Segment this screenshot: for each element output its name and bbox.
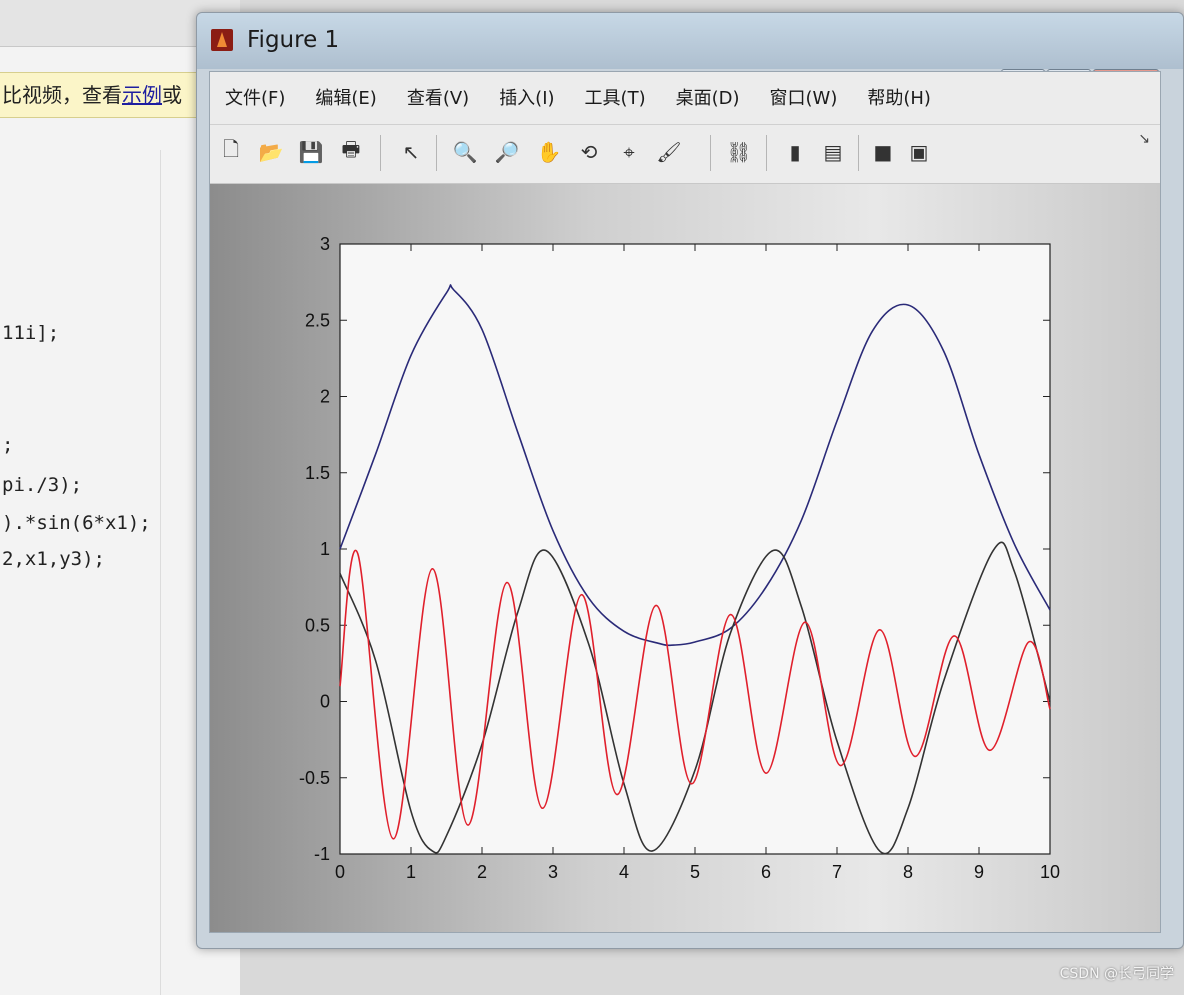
menu-desktop[interactable]: 桌面(D) bbox=[661, 84, 755, 110]
show-tools-icon[interactable]: ▣ bbox=[904, 137, 934, 167]
save-icon[interactable]: 💾 bbox=[296, 137, 326, 167]
x-tick-label: 10 bbox=[1040, 862, 1060, 882]
brush-icon[interactable]: 🖌 bbox=[654, 137, 684, 167]
banner-text-a: 比视频 bbox=[2, 83, 62, 107]
code-line[interactable]: ).*sin(6*x1); bbox=[2, 512, 151, 534]
zoom-in-icon[interactable]: 🔍 bbox=[450, 137, 480, 167]
colorbar-icon[interactable]: ▮ bbox=[780, 137, 810, 167]
x-tick-label: 1 bbox=[406, 862, 416, 882]
y-tick-label: -0.5 bbox=[299, 768, 330, 788]
figure-toolbar: 🗋 📂 💾 🖶 ↖ 🔍 🔎 ✋ ⟲ ⌖ 🖌 ⛓ ▮ ▤ ■ ▣ ↘ bbox=[210, 124, 1160, 184]
figure-client-area: 文件(F) 编辑(E) 查看(V) 插入(I) 工具(T) 桌面(D) 窗口(W… bbox=[209, 71, 1161, 933]
toolbar-separator bbox=[858, 135, 859, 171]
toolbar-separator bbox=[380, 135, 381, 171]
pan-icon[interactable]: ✋ bbox=[534, 137, 564, 167]
zoom-out-icon[interactable]: 🔎 bbox=[492, 137, 522, 167]
menu-file[interactable]: 文件(F) bbox=[210, 84, 300, 110]
title-bar[interactable]: Figure 1 bbox=[197, 13, 1183, 69]
y-tick-label: 1 bbox=[320, 539, 330, 559]
code-line[interactable]: 2,x1,y3); bbox=[2, 548, 105, 570]
x-tick-label: 7 bbox=[832, 862, 842, 882]
x-tick-label: 9 bbox=[974, 862, 984, 882]
link-icon[interactable]: ⛓ bbox=[724, 137, 754, 167]
banner-examples-link[interactable]: 示例 bbox=[122, 83, 162, 107]
matlab-logo-icon bbox=[211, 29, 233, 51]
y-tick-label: 3 bbox=[320, 234, 330, 254]
x-tick-label: 2 bbox=[477, 862, 487, 882]
toolbar-separator bbox=[710, 135, 711, 171]
y-tick-label: 2.5 bbox=[305, 310, 330, 330]
menu-help[interactable]: 帮助(H) bbox=[852, 84, 946, 110]
banner-text-c: 或 bbox=[162, 83, 182, 107]
x-tick-label: 5 bbox=[690, 862, 700, 882]
toolbar-separator bbox=[766, 135, 767, 171]
x-tick-label: 6 bbox=[761, 862, 771, 882]
x-tick-label: 3 bbox=[548, 862, 558, 882]
x-tick-label: 0 bbox=[335, 862, 345, 882]
rotate-icon[interactable]: ⟲ bbox=[574, 137, 604, 167]
menu-bar: 文件(F) 编辑(E) 查看(V) 插入(I) 工具(T) 桌面(D) 窗口(W… bbox=[210, 72, 1160, 122]
code-line[interactable]: 11i]; bbox=[2, 322, 59, 344]
editor-margin-rule bbox=[160, 150, 161, 995]
banner-text-b: ，查看 bbox=[62, 83, 122, 107]
open-icon[interactable]: 📂 bbox=[256, 137, 286, 167]
hide-tools-icon[interactable]: ■ bbox=[868, 137, 898, 167]
y-tick-label: -1 bbox=[314, 844, 330, 864]
axes-box bbox=[339, 243, 1051, 855]
code-line[interactable]: ; bbox=[2, 434, 13, 456]
watermark: CSDN @长弓同学 bbox=[1059, 966, 1174, 982]
y-tick-label: 1.5 bbox=[305, 463, 330, 483]
menu-tools[interactable]: 工具(T) bbox=[570, 84, 661, 110]
dock-arrow-icon[interactable]: ↘ bbox=[1138, 131, 1150, 147]
menu-view[interactable]: 查看(V) bbox=[392, 84, 484, 110]
x-tick-label: 4 bbox=[619, 862, 629, 882]
y-tick-label: 2 bbox=[320, 387, 330, 407]
figure-window: Figure 1 ▁ ▭ X 文件(F) 编辑(E) 查看(V) 插入(I) 工… bbox=[196, 12, 1184, 949]
line-chart[interactable]: 0 1 2 3 4 5 6 7 8 9 10 -1 -0.5 0 0.5 1 1.5 2 2.5 3 bbox=[210, 184, 1160, 932]
window-title: Figure 1 bbox=[247, 27, 340, 53]
data-cursor-icon[interactable]: ⌖ bbox=[614, 137, 644, 167]
legend-icon[interactable]: ▤ bbox=[818, 137, 848, 167]
menu-insert[interactable]: 插入(I) bbox=[484, 84, 569, 110]
print-icon[interactable]: 🖶 bbox=[336, 137, 366, 167]
code-line[interactable]: pi./3); bbox=[2, 474, 82, 496]
y-tick-label: 0.5 bbox=[305, 615, 330, 635]
x-tick-label: 8 bbox=[903, 862, 913, 882]
menu-window[interactable]: 窗口(W) bbox=[755, 84, 853, 110]
plot-area: 0 1 2 3 4 5 6 7 8 9 10 -1 -0.5 0 0.5 1 1.5 2 2.5 3 bbox=[210, 184, 1160, 932]
menu-edit[interactable]: 编辑(E) bbox=[300, 84, 391, 110]
pointer-icon[interactable]: ↖ bbox=[396, 137, 426, 167]
y-tick-label: 0 bbox=[320, 692, 330, 712]
new-figure-icon[interactable]: 🗋 bbox=[216, 137, 246, 167]
toolbar-separator bbox=[436, 135, 437, 171]
